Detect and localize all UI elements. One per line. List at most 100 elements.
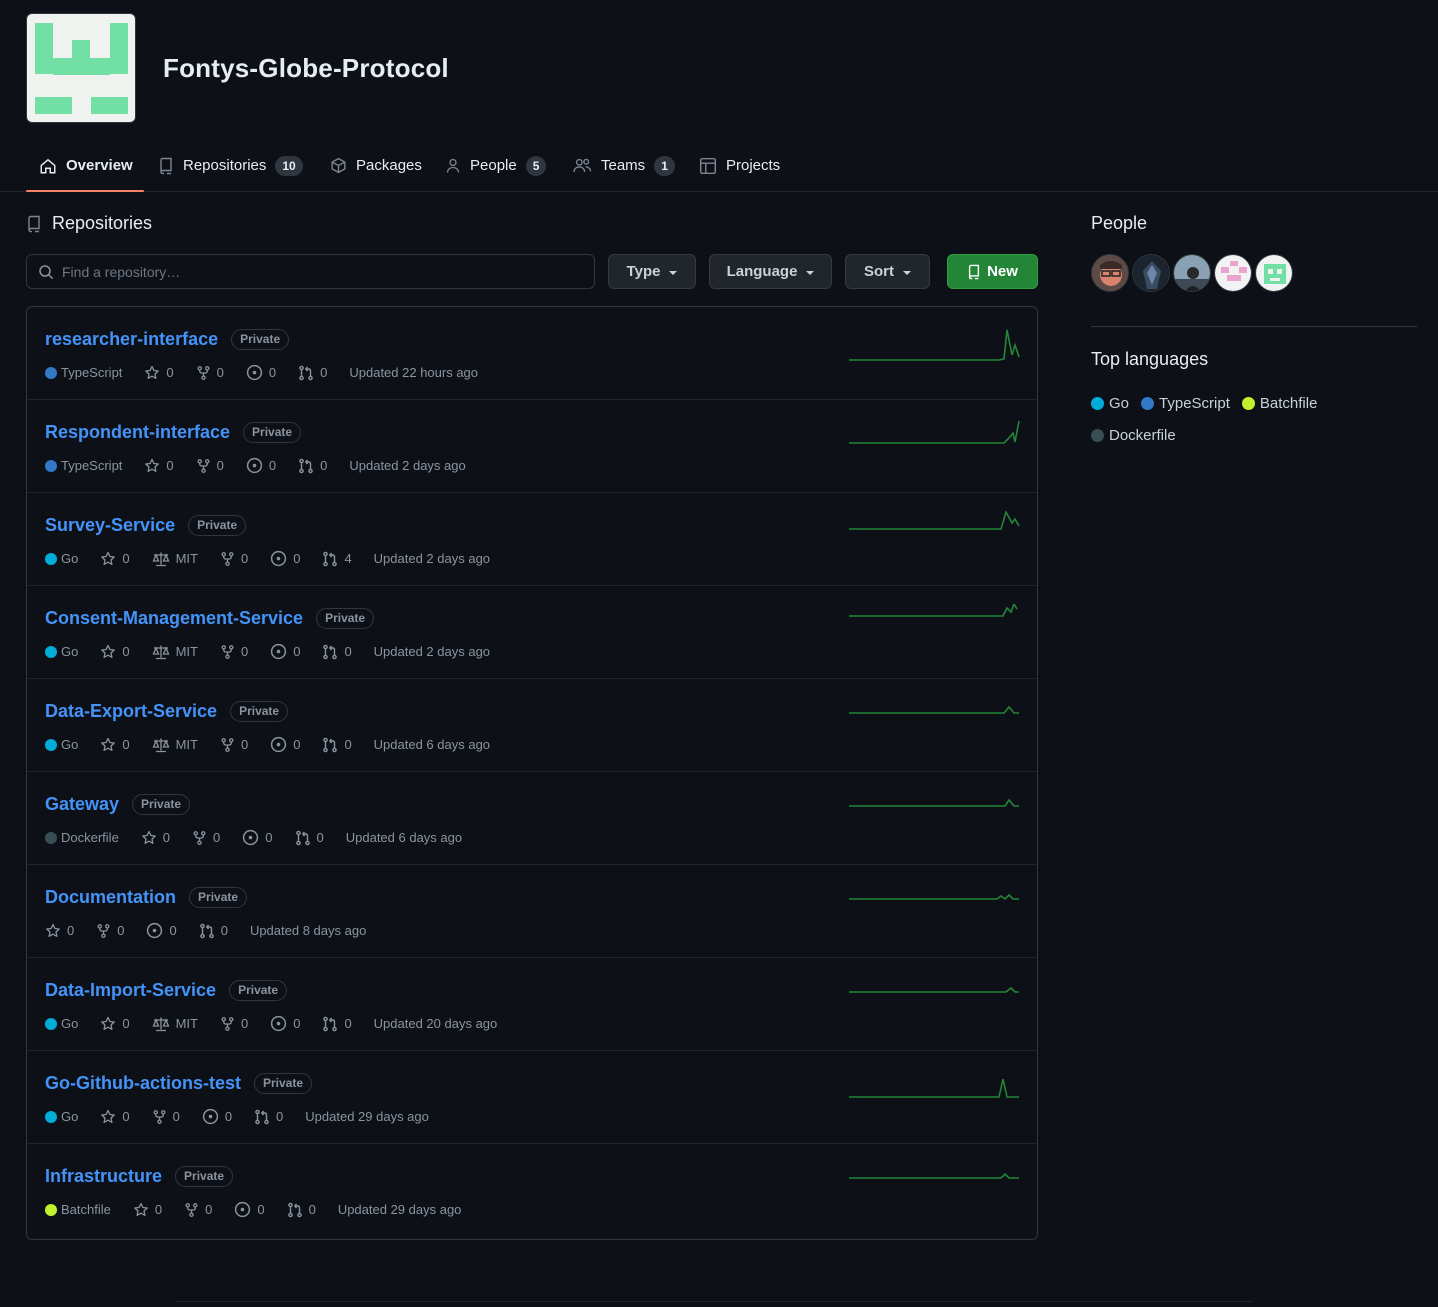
pull-requests-link[interactable]: 0 [254,1109,283,1125]
pull-requests-link[interactable]: 0 [298,365,327,381]
repository-row: Consent-Management-Service Private Go 0 MI… [27,586,1037,679]
tab-repositories[interactable]: Repositories 10 [145,140,316,191]
star-icon [100,551,116,567]
top-language-item[interactable]: Dockerfile [1091,424,1176,446]
repo-license: MIT [152,737,198,753]
issues-link[interactable]: 0 [270,736,300,753]
repo-meta: TypeScript 0 0 0 0 Updated 22 hours ago [45,364,500,381]
tab-projects[interactable]: Projects [686,140,793,191]
issues-link[interactable]: 0 [270,550,300,567]
stars-link[interactable]: 0 [133,1202,162,1218]
stars-link[interactable]: 0 [100,551,130,567]
forks-link[interactable]: 0 [220,644,248,660]
org-header: Fontys-Globe-Protocol [26,13,449,123]
stars-link[interactable]: 0 [45,923,74,939]
tab-packages[interactable]: Packages [317,140,435,191]
stars-link[interactable]: 0 [100,1016,130,1032]
star-icon [100,1109,116,1125]
stars-link[interactable]: 0 [100,737,130,753]
pull-requests-count: 0 [320,365,328,380]
repository-link[interactable]: researcher-interface [45,329,218,350]
issues-link[interactable]: 0 [146,922,177,939]
tab-teams[interactable]: Teams 1 [560,140,688,191]
avatar[interactable] [1214,254,1252,292]
top-language-item[interactable]: TypeScript [1141,392,1230,414]
issues-link[interactable]: 0 [246,457,276,474]
forks-link[interactable]: 0 [96,923,124,939]
forks-link[interactable]: 0 [220,737,248,753]
search-input[interactable] [62,263,562,280]
avatar[interactable] [1132,254,1170,292]
repository-link[interactable]: Survey-Service [45,515,175,536]
pull-requests-link[interactable]: 0 [199,923,228,939]
repository-link[interactable]: Gateway [45,794,119,815]
pull-requests-link[interactable]: 0 [287,1202,316,1218]
stars-link[interactable]: 0 [144,365,174,381]
new-repository-button[interactable]: New [947,254,1038,289]
repository-link[interactable]: Go-Github-actions-test [45,1073,241,1094]
forks-link[interactable]: 0 [196,365,224,381]
forks-count: 0 [205,1202,213,1217]
sort-button[interactable]: Sort [845,254,930,289]
avatar[interactable] [1173,254,1211,292]
pull-requests-link[interactable]: 0 [322,644,352,660]
language-filter-button[interactable]: Language [709,254,832,289]
language-color-dot [1091,428,1104,442]
people-title: People [1091,213,1148,233]
top-language-item[interactable]: Go [1091,392,1129,414]
language-name: TypeScript [1159,394,1230,412]
issues-link[interactable]: 0 [270,643,300,660]
forks-link[interactable]: 0 [184,1202,212,1218]
footer-divider [175,1301,1253,1302]
pull-requests-link[interactable]: 0 [295,830,324,846]
repo-title-line: Data-Export-Service Private [45,701,289,722]
issues-link[interactable]: 0 [246,364,276,381]
tab-people[interactable]: People 5 [432,140,559,191]
repository-link[interactable]: Infrastructure [45,1166,162,1187]
repository-search[interactable] [26,254,595,289]
stars-link[interactable]: 0 [144,458,174,474]
stars-count: 0 [166,458,174,473]
type-filter-button[interactable]: Type [608,254,696,289]
top-language-item[interactable]: Batchfile [1241,392,1317,414]
issues-link[interactable]: 0 [270,1015,300,1032]
pull-requests-link[interactable]: 0 [322,1016,352,1032]
repository-link[interactable]: Data-Export-Service [45,701,217,722]
stars-link[interactable]: 0 [141,830,170,846]
issues-link[interactable]: 0 [242,829,273,846]
stars-link[interactable]: 0 [100,1109,130,1125]
forks-link[interactable]: 0 [152,1109,180,1125]
repository-row: Respondent-interface Private TypeScript 0… [27,400,1037,493]
pull-request-icon [322,551,338,567]
language-color-dot [45,552,57,565]
issues-link[interactable]: 0 [202,1108,232,1125]
updated-time: Updated 2 days ago [373,644,491,659]
language-name: Go [1109,394,1130,412]
issues-link[interactable]: 0 [234,1201,265,1218]
avatar[interactable] [1255,254,1293,292]
pull-requests-count: 0 [344,737,352,752]
people-icon [573,157,592,174]
repository-link[interactable]: Documentation [45,887,176,908]
stars-link[interactable]: 0 [100,644,130,660]
updated-time: Updated 29 days ago [337,1202,462,1217]
star-icon [100,644,116,660]
forks-count: 0 [172,1109,180,1124]
tab-overview[interactable]: Overview [26,140,144,192]
stars-count: 0 [166,365,174,380]
pull-requests-link[interactable]: 0 [298,458,327,474]
avatar[interactable] [1091,254,1129,292]
pull-requests-link[interactable]: 0 [322,737,352,753]
forks-link[interactable]: 0 [220,551,248,567]
forks-count: 0 [117,923,125,938]
repository-link[interactable]: Data-Import-Service [45,980,216,1001]
forks-link[interactable]: 0 [196,458,224,474]
forks-link[interactable]: 0 [192,830,220,846]
activity-sparkline [849,325,1021,365]
pull-requests-link[interactable]: 4 [322,551,352,567]
org-nav-tabs: Overview Repositories 10 Packages People… [0,140,1438,192]
forks-link[interactable]: 0 [220,1016,248,1032]
repository-link[interactable]: Respondent-interface [45,422,230,443]
issue-icon [270,550,287,567]
repository-link[interactable]: Consent-Management-Service [45,608,303,629]
